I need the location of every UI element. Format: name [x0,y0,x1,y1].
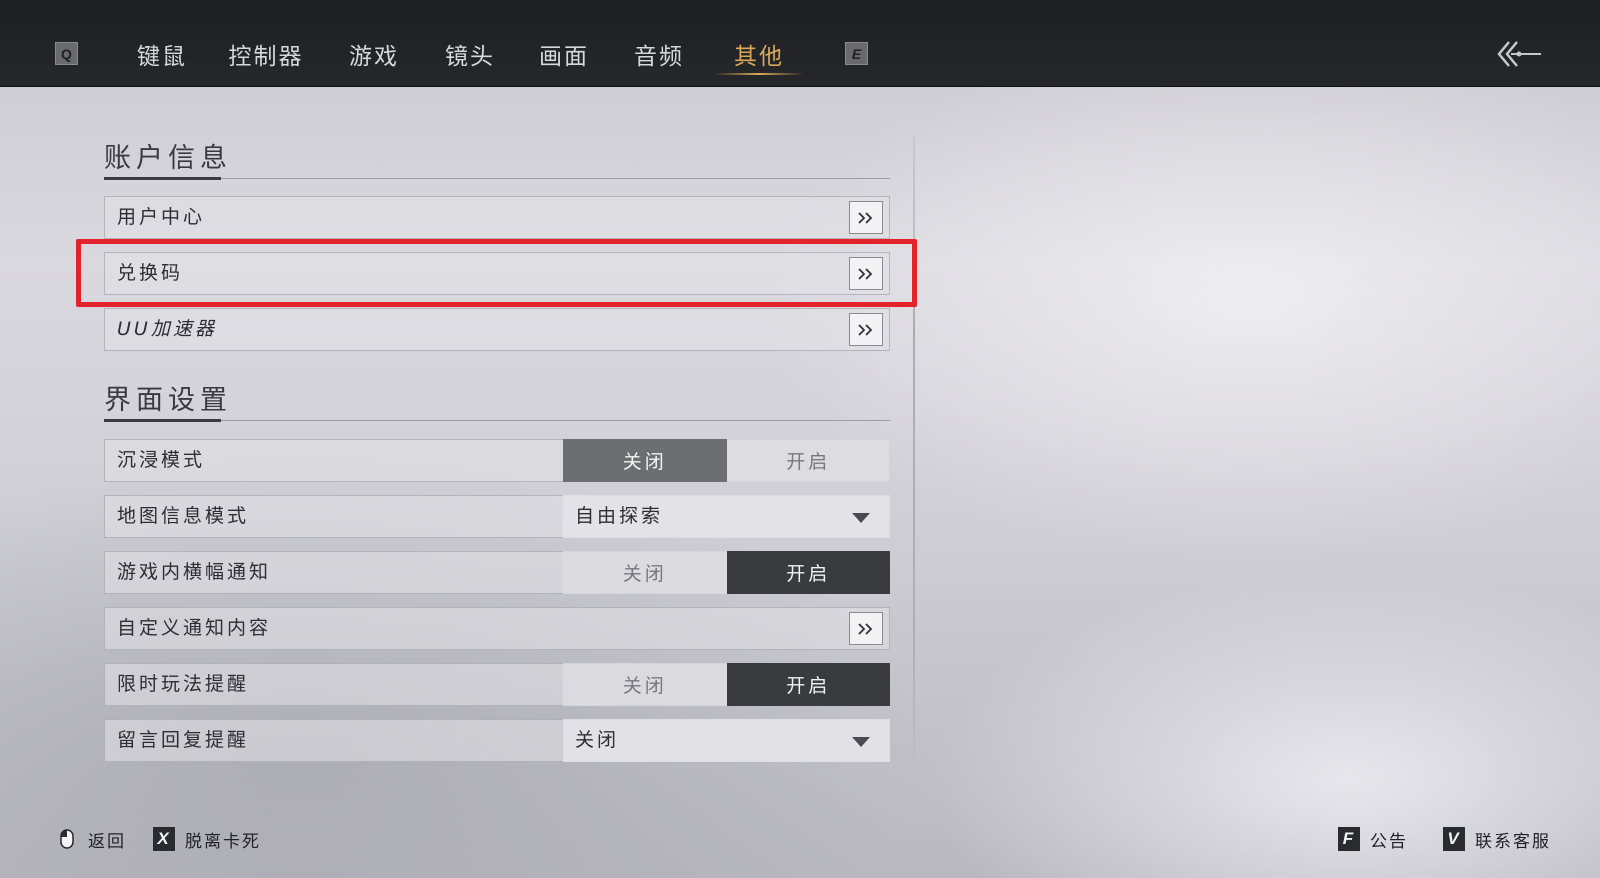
row-label: UU加速器 [117,318,217,340]
double-chevron-right-icon [858,323,873,336]
dropdown-value: 自由探索 [575,505,664,527]
panel-divider [913,135,915,775]
section-divider [104,177,890,180]
footer-unstuck[interactable]: X 脱离卡死 [153,826,261,852]
footer-label: 联系客服 [1475,831,1551,852]
row-label: 自定义通知内容 [117,617,272,639]
top-nav: Q 键鼠 控制器 游戏 镜头 画面 音频 其他 E [0,0,1600,87]
toggle-off-option[interactable]: 关闭 [563,551,727,594]
tab-controller[interactable]: 控制器 [226,36,306,72]
back-arrow-icon[interactable] [1495,38,1543,70]
row-label: 沉浸模式 [117,449,206,471]
tab-audio[interactable]: 音频 [629,36,689,72]
row-label: 用户中心 [117,206,206,228]
highlight-box [76,239,917,307]
tab-game[interactable]: 游戏 [344,36,404,72]
footer-label: 公告 [1370,831,1408,852]
double-chevron-right-icon [858,622,873,635]
key-badge: X [153,827,175,851]
banner-toggle[interactable]: 关闭 开启 [563,551,890,594]
footer-label: 脱离卡死 [185,831,261,852]
row-user-center[interactable]: 用户中心 [104,196,890,239]
toggle-on-option[interactable]: 开启 [726,439,890,482]
row-label: 游戏内横幅通知 [117,561,272,583]
key-badge: F [1338,827,1360,851]
limited-toggle[interactable]: 关闭 开启 [563,663,890,706]
row-custom-notification[interactable]: 自定义通知内容 [104,607,890,650]
toggle-on-option[interactable]: 开启 [726,551,890,594]
row-label: 限时玩法提醒 [117,673,250,695]
row-reply-reminder: 留言回复提醒 关闭 [104,719,890,762]
tab-keyboard-mouse[interactable]: 键鼠 [132,36,192,72]
caret-down-icon [852,513,870,523]
tab-camera[interactable]: 镜头 [440,36,500,72]
row-label: 地图信息模式 [117,505,250,527]
row-banner-notification: 游戏内横幅通知 关闭 开启 [104,551,890,594]
open-button[interactable] [849,201,883,234]
immersive-toggle[interactable]: 关闭 开启 [563,439,890,482]
footer-back[interactable]: 返回 [60,826,126,852]
section-title-account: 账户信息 [104,143,232,174]
section-title-interface: 界面设置 [104,385,232,416]
toggle-off-option[interactable]: 关闭 [563,663,727,706]
row-immersive-mode: 沉浸模式 关闭 开启 [104,439,890,482]
caret-down-icon [852,737,870,747]
row-uu-accelerator[interactable]: UU加速器 [104,308,890,351]
tab-other[interactable]: 其他 [729,36,789,72]
footer-label: 返回 [88,831,126,852]
row-map-info-mode: 地图信息模式 自由探索 [104,495,890,538]
double-chevron-right-icon [858,211,873,224]
map-mode-dropdown[interactable]: 自由探索 [563,495,890,538]
section-divider [104,419,890,422]
toggle-off-option[interactable]: 关闭 [563,439,727,482]
row-label: 留言回复提醒 [117,729,250,751]
footer-notice[interactable]: F 公告 [1338,826,1408,852]
reply-dropdown[interactable]: 关闭 [563,719,890,762]
tab-graphics[interactable]: 画面 [534,36,594,72]
footer-support[interactable]: V 联系客服 [1443,826,1551,852]
prev-tab-key[interactable]: Q [55,42,78,65]
mouse-icon [60,829,74,849]
open-button[interactable] [849,313,883,346]
toggle-on-option[interactable]: 开启 [726,663,890,706]
active-tab-indicator [714,73,804,75]
key-badge: V [1443,827,1465,851]
dropdown-value: 关闭 [575,729,620,751]
row-limited-time-reminder: 限时玩法提醒 关闭 开启 [104,663,890,706]
next-tab-key[interactable]: E [845,42,868,65]
open-button[interactable] [849,612,883,645]
